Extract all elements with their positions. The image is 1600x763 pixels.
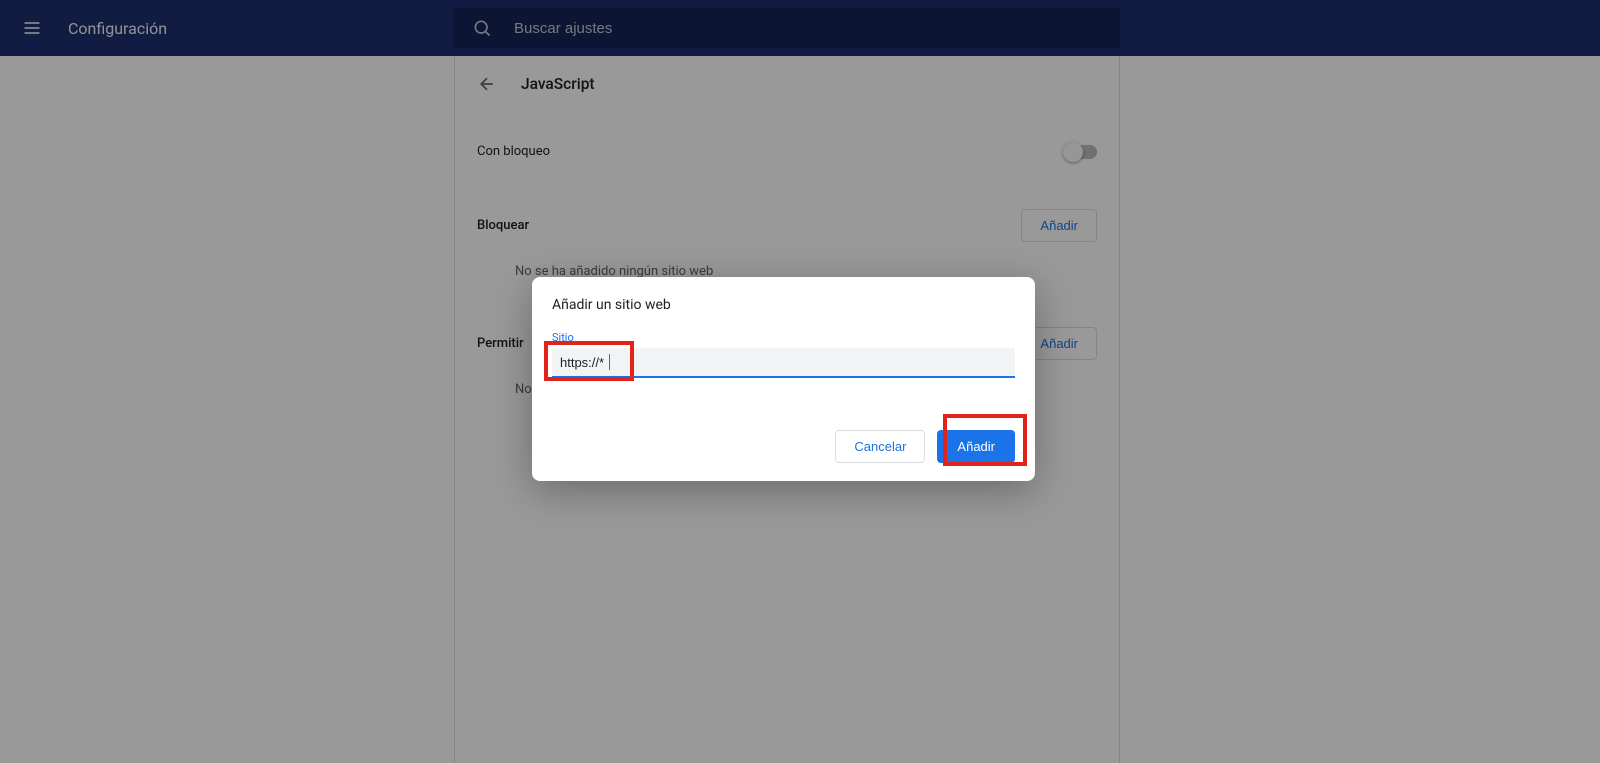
dialog-actions: Cancelar Añadir [552,430,1015,463]
site-field-label: Sitio [552,331,1015,344]
add-site-dialog: Añadir un sitio web Sitio Cancelar Añadi… [532,277,1035,481]
add-confirm-button[interactable]: Añadir [937,430,1015,463]
text-caret [609,354,610,370]
dialog-title: Añadir un sitio web [552,297,1015,313]
site-input[interactable] [552,348,1015,378]
site-field-wrap [552,348,1015,378]
cancel-button[interactable]: Cancelar [835,430,925,463]
